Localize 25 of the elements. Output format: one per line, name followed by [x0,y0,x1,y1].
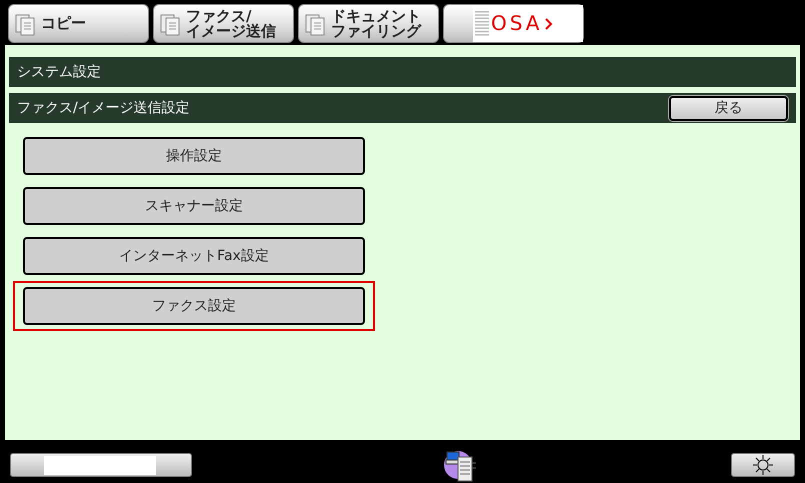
screen-subtitle: ファクス/イメージ送信設定 [17,99,190,117]
status-button[interactable] [10,453,192,477]
mode-tab[interactable]: ドキュメント ファイリング [298,4,439,43]
back-button[interactable]: 戻る [669,96,788,120]
menu-button[interactable]: ファクス設定 [23,287,365,325]
sun-icon [752,454,774,476]
tab-label: ファクス/ [186,8,252,24]
copy-icon [305,12,327,36]
screen-title: システム設定 [17,63,101,81]
osa-tab[interactable]: OSA [443,4,584,43]
menu-button[interactable]: 操作設定 [23,137,365,175]
osa-logo-text: OSA [491,16,542,31]
mode-tab[interactable]: ファクス/ イメージ送信 [153,4,294,43]
stripes-icon [475,11,489,37]
chevron-icon [544,18,552,30]
tab-label: イメージ送信 [186,24,276,38]
copy-icon [15,12,37,36]
tab-label: コピー [41,16,86,31]
menu-button[interactable]: インターネットFax設定 [23,237,365,275]
brightness-button[interactable] [731,453,795,477]
copy-icon [160,12,182,36]
tab-label: ファイリング [331,24,421,38]
mode-tab[interactable]: コピー [8,4,149,43]
menu-button[interactable]: スキャナー設定 [23,187,365,225]
tab-label: ドキュメント [331,8,421,24]
